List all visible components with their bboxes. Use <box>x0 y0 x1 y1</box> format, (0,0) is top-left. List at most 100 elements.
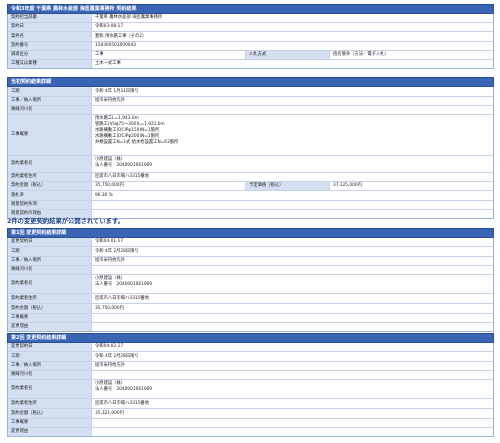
row-label: 工事概要 <box>8 314 92 322</box>
row-label: 変更理由 <box>8 428 92 436</box>
table-row: 工事概要 <box>8 313 493 322</box>
row-value: 35,750,000円 <box>92 182 245 190</box>
table-row: 随意契約条項 <box>8 200 493 209</box>
row-value: 令和 4年 2月28日限り <box>92 352 493 361</box>
row-label: 工期 <box>8 352 92 361</box>
row-value-secondary: 指名競争（方法：電子入札） <box>333 52 389 57</box>
table-row: 契約業者名 小原建設（株） 法人番号 2040001061069 <box>8 155 493 172</box>
row-value <box>92 266 493 274</box>
row-label: 契約金額（税込） <box>8 182 92 190</box>
row-label: 契約業者住所 <box>8 294 92 303</box>
row-label-secondary: 予定価格（税込） <box>245 182 330 190</box>
row-value: 令和04-02-17 <box>92 343 493 351</box>
row-value: 匝瑳市八日市場ハ3315番地 <box>92 294 493 303</box>
row-value: 小原建設（株） 法人番号 2040001061069 <box>92 156 493 172</box>
row-value: 令和03-08-17 <box>92 23 493 31</box>
row-value: 千葉県 農林水産部 海匝農業事務所 <box>92 14 493 22</box>
row-label: 工事概要 <box>8 115 92 155</box>
row-label: 契約業者名 <box>8 156 92 172</box>
row-label: 契約番号 <box>8 42 92 50</box>
table-row: 契約担当部署 千葉県 農林水産部 海匝農業事務所 <box>8 14 493 22</box>
table-row: 工事／納入場所 旭市米持他先外 <box>8 361 493 370</box>
row-label: 案件名 <box>8 32 92 41</box>
row-value: 96.30 % <box>92 191 493 200</box>
row-value: 小原建設（株） 法人番号 2040001061069 <box>92 275 493 293</box>
row-label: 工事／納入場所 <box>8 97 92 105</box>
row-label: 随意契約条項 <box>8 201 92 209</box>
initial-detail-section: 当初契約結果詳細 工期 令和 4年 1月31日限り 工事／納入場所 旭市米持他先外 路線… <box>7 77 494 219</box>
table-row: 工事概要 <box>8 418 493 427</box>
row-value: 令和 4年 1月31日限り <box>92 87 493 96</box>
table-row: 工事概要 用水路工L=1,943.0m 管路工(VUφ75〜300)L=1,921… <box>8 114 493 155</box>
row-value: 工事 <box>92 51 245 59</box>
row-value <box>92 210 493 218</box>
row-label: 契約金額（税込） <box>8 409 92 418</box>
row-value <box>92 371 493 379</box>
table-row: 契約業者住所 匝瑳市八日市場ハ3315番地 <box>8 398 493 408</box>
table-row: 案件名 豊和 用水路工事（その2） <box>8 31 493 41</box>
row-value <box>92 428 493 436</box>
row-label: 路線河川名 <box>8 266 92 274</box>
table-row: 変更理由 <box>8 427 493 436</box>
row-label: 契約金額（税込） <box>8 304 92 313</box>
row-value: 令和04-01-17 <box>92 238 493 246</box>
row-label: 契約担当部署 <box>8 14 92 22</box>
row-value <box>92 323 493 331</box>
row-label: 調達区分 <box>8 51 92 59</box>
row-label: 工事／納入場所 <box>8 257 92 265</box>
table-row: 落札率 96.30 % <box>8 190 493 200</box>
table-row: 契約金額（税込） 35,750,000円 <box>8 303 493 313</box>
row-value: 旭市米持他先外 <box>92 257 493 265</box>
table-row: 工事／納入場所 旭市米持他先外 <box>8 96 493 105</box>
row-label: 路線河川名 <box>8 371 92 379</box>
table-row: 工期 令和 4年 1月31日限り <box>8 87 493 96</box>
contract-table: 契約担当部署 千葉県 農林水産部 海匝農業事務所 契約日 令和03-08-17 案件名豊… <box>7 14 494 69</box>
row-value: 旭市米持他先外 <box>92 97 493 105</box>
row-label: 工事／納入場所 <box>8 362 92 370</box>
section-header: 令和3年度 千葉県 農林水産部 海匝農業事務所 契約結果 <box>7 4 494 14</box>
row-value: 35,321,000円 <box>92 409 493 418</box>
table-row: 契約日 令和03-08-17 <box>8 22 493 31</box>
row-value: 匝瑳市八日市場ハ3315番地 <box>92 173 493 181</box>
row-value <box>92 314 493 322</box>
table-row: 工期 令和 4年 2月28日限り <box>8 351 493 361</box>
change1-section: 第1回 変更契約結果詳細 変更契約日 令和04-01-17 工期 令和 4年 2月28… <box>7 228 494 332</box>
row-value <box>92 419 493 427</box>
table-row: 変更契約日 令和04-02-17 <box>8 343 493 351</box>
table-row: 契約金額（税込） 35,321,000円 <box>8 408 493 418</box>
row-value: 159300503000043 <box>92 42 493 50</box>
row-label: 契約業者名 <box>8 380 92 398</box>
row-label: 工期 <box>8 87 92 96</box>
table-row: 路線河川名 <box>8 370 493 379</box>
table-row: 工期 令和 4年 2月28日限り <box>8 246 493 256</box>
table-row: 契約業者住所 匝瑳市八日市場ハ3315番地 <box>8 293 493 303</box>
change1-table: 変更契約日 令和04-01-17 工期 令和 4年 2月28日限り 工事／納入場所 旭市米… <box>7 238 494 332</box>
change2-table: 変更契約日 令和04-02-17 工期 令和 4年 2月28日限り 工事／納入場所 旭市米… <box>7 343 494 437</box>
row-value <box>92 106 493 114</box>
row-value: 豊和 用水路工事（その2） <box>92 32 493 41</box>
row-label: 変更契約日 <box>8 238 92 246</box>
row-label: 契約業者住所 <box>8 173 92 181</box>
table-row: 路線河川名 <box>8 265 493 274</box>
row-value: 土木一式工事 <box>92 60 493 68</box>
row-value-secondary: 37,125,000円 <box>333 183 362 188</box>
section-header: 第2回 変更契約結果詳細 <box>7 333 494 343</box>
row-label: 工種又は業種 <box>8 60 92 68</box>
row-value: 小原建設（株） 法人番号 2040001061069 <box>92 380 493 398</box>
row-value <box>92 201 493 209</box>
table-row: 路線河川名 <box>8 105 493 114</box>
row-label: 変更契約日 <box>8 343 92 351</box>
row-label: 工期 <box>8 247 92 256</box>
table-row: 契約業者住所 匝瑳市八日市場ハ3315番地 <box>8 172 493 181</box>
row-label: 契約日 <box>8 23 92 31</box>
contract-result-section: 令和3年度 千葉県 農林水産部 海匝農業事務所 契約結果 契約担当部署 千葉県 農… <box>7 4 494 69</box>
row-label: 契約業者名 <box>8 275 92 293</box>
row-value: 令和 4年 2月28日限り <box>92 247 493 256</box>
table-row: 契約番号 159300503000043 <box>8 41 493 50</box>
row-value: 匝瑳市八日市場ハ3315番地 <box>92 399 493 408</box>
table-row: 調達区分 工事 入札方式 指名競争（方法：電子入札） <box>8 50 493 59</box>
row-label: 路線河川名 <box>8 106 92 114</box>
change-notice: 2件の変更契約結果が公開されています。 <box>7 218 124 225</box>
table-row: 変更契約日 令和04-01-17 <box>8 238 493 246</box>
table-row: 契約金額（税込） 35,750,000円 予定価格（税込） 37,125,000円 <box>8 181 493 190</box>
